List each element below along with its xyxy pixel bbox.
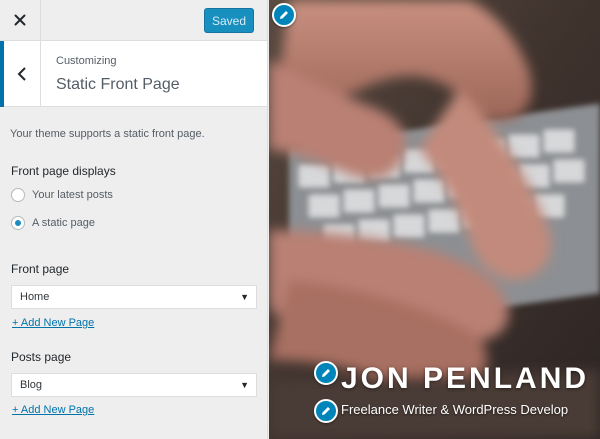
radio-label: A static page <box>32 217 95 229</box>
front-page-select-value: Home <box>20 291 50 303</box>
pencil-icon <box>322 369 330 377</box>
add-new-front-page-link[interactable]: + Add New Page <box>12 317 94 329</box>
section-header: Customizing Static Front Page <box>0 41 267 107</box>
panel-description: Your theme supports a static front page. <box>10 128 205 140</box>
posts-page-select-value: Blog <box>20 379 43 391</box>
site-title[interactable]: JON PENLAND <box>341 362 589 396</box>
edit-site-title-shortcut[interactable] <box>314 361 338 385</box>
site-tagline[interactable]: Freelance Writer & WordPress Develop <box>341 402 568 417</box>
radio-button[interactable] <box>11 188 25 202</box>
front-page-displays-label: Front page displays <box>11 164 116 178</box>
back-button[interactable] <box>0 41 41 107</box>
customizer-header: Saved <box>0 0 267 41</box>
edit-tagline-shortcut[interactable] <box>314 399 338 423</box>
posts-page-select[interactable]: Blog ▼ <box>11 373 257 397</box>
front-page-select[interactable]: Home ▼ <box>11 285 257 309</box>
pencil-icon <box>322 407 330 415</box>
close-icon <box>14 14 26 26</box>
chevron-down-icon: ▼ <box>240 292 249 302</box>
pencil-icon <box>280 11 288 19</box>
section-kicker: Customizing <box>56 55 117 67</box>
radio-button[interactable] <box>11 216 25 230</box>
front-page-label: Front page <box>11 262 70 276</box>
chevron-left-icon <box>17 67 26 81</box>
add-new-posts-page-link[interactable]: + Add New Page <box>12 404 94 416</box>
customizer-sidebar: Saved Customizing Static Front Page Your… <box>0 0 268 439</box>
saved-button[interactable]: Saved <box>204 8 254 33</box>
chevron-down-icon: ▼ <box>240 380 249 390</box>
site-preview[interactable]: JON PENLAND Freelance Writer & WordPress… <box>269 0 600 439</box>
section-title: Static Front Page <box>56 76 180 93</box>
radio-label: Your latest posts <box>32 189 113 201</box>
posts-page-label: Posts page <box>11 350 72 364</box>
edit-header-shortcut[interactable] <box>272 3 296 27</box>
close-button[interactable] <box>0 0 41 40</box>
radio-static-page[interactable]: A static page <box>11 216 95 230</box>
radio-latest-posts[interactable]: Your latest posts <box>11 188 113 202</box>
